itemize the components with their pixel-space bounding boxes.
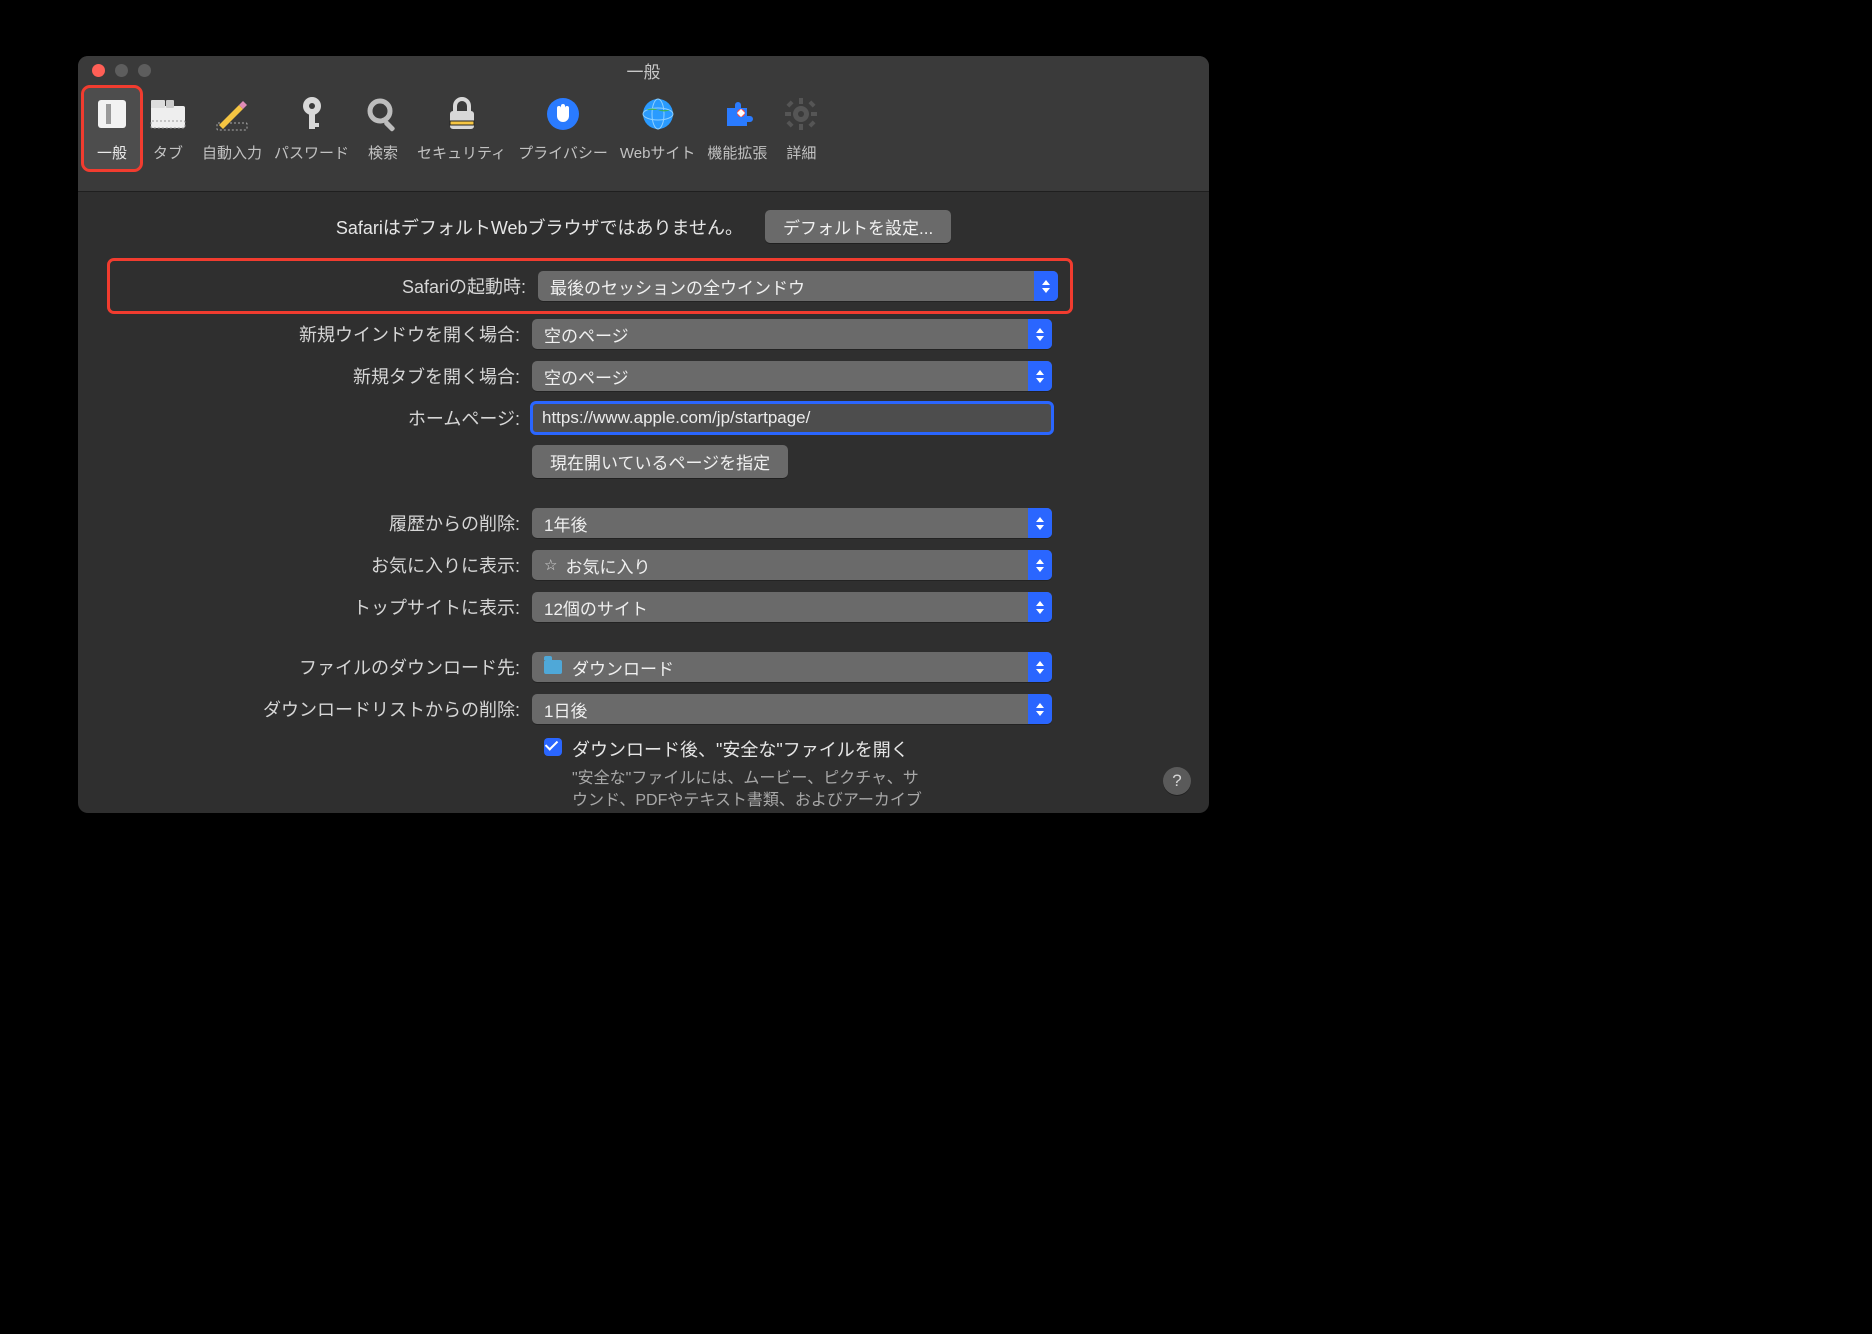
set-default-button[interactable]: デフォルトを設定... (765, 210, 951, 243)
tab-label: 自動入力 (202, 142, 262, 163)
set-current-page-button[interactable]: 現在開いているページを指定 (532, 445, 788, 478)
popup-startup[interactable]: 最後のセッションの全ウインドウ (538, 271, 1058, 301)
chevron-updown-icon (1028, 319, 1052, 349)
switch-icon (90, 92, 134, 136)
chevron-updown-icon (1028, 508, 1052, 538)
preferences-window: 一般 一般 タブ 自動入力 パスワード (78, 56, 1209, 813)
row-topsites: トップサイトに表示: 12個のサイト (116, 592, 1171, 622)
gear-icon (779, 92, 823, 136)
tab-label: 詳細 (786, 142, 816, 163)
banner-text: SafariはデフォルトWebブラウザではありません。 (336, 214, 743, 240)
lock-icon (440, 92, 484, 136)
label-new-window: 新規ウインドウを開く場合: (116, 321, 532, 347)
content: SafariはデフォルトWebブラウザではありません。 デフォルトを設定... … (78, 192, 1209, 813)
tab-general[interactable]: 一般 (84, 88, 140, 169)
chevron-updown-icon (1028, 592, 1052, 622)
popup-value: 12個のサイト (544, 595, 648, 620)
help-button[interactable]: ? (1163, 767, 1191, 795)
tab-label: 検索 (368, 142, 398, 163)
label-download-dest: ファイルのダウンロード先: (116, 654, 532, 680)
pencil-icon (210, 92, 254, 136)
row-download-dest: ファイルのダウンロード先: ダウンロード (116, 652, 1171, 682)
chevron-updown-icon (1034, 271, 1058, 301)
row-safe-files: ダウンロード後、"安全な"ファイルを開く (544, 736, 1171, 762)
window-title: 一般 (78, 58, 1209, 83)
row-set-current: 現在開いているページを指定 (116, 445, 1171, 478)
popup-download-dest[interactable]: ダウンロード (532, 652, 1052, 682)
tab-autofill[interactable]: 自動入力 (196, 88, 268, 169)
tab-passwords[interactable]: パスワード (268, 88, 355, 169)
puzzle-icon (715, 92, 759, 136)
row-startup: Safariの起動時: 最後のセッションの全ウインドウ (110, 261, 1070, 311)
popup-value: お気に入り (565, 553, 650, 578)
star-icon: ☆ (544, 556, 557, 574)
chevron-updown-icon (1028, 652, 1052, 682)
label-topsites: トップサイトに表示: (116, 594, 532, 620)
tab-label: Webサイト (620, 142, 696, 163)
popup-value: 1年後 (544, 511, 587, 536)
titlebar: 一般 (78, 56, 1209, 84)
tabs-icon (146, 92, 190, 136)
folder-icon (544, 660, 562, 674)
popup-history-delete[interactable]: 1年後 (532, 508, 1052, 538)
tab-label: タブ (153, 142, 183, 163)
row-history-delete: 履歴からの削除: 1年後 (116, 508, 1171, 538)
popup-value: ダウンロード (572, 655, 674, 680)
row-download-delete: ダウンロードリストからの削除: 1日後 (116, 694, 1171, 724)
tab-security[interactable]: セキュリティ (411, 88, 512, 169)
tab-privacy[interactable]: プライバシー (512, 88, 614, 169)
popup-favorites[interactable]: ☆ お気に入り (532, 550, 1052, 580)
hand-icon (541, 92, 585, 136)
popup-value: 最後のセッションの全ウインドウ (550, 274, 805, 299)
label-history-delete: 履歴からの削除: (116, 510, 532, 536)
row-new-tab: 新規タブを開く場合: 空のページ (116, 361, 1171, 391)
row-new-window: 新規ウインドウを開く場合: 空のページ (116, 319, 1171, 349)
label-startup: Safariの起動時: (116, 273, 538, 299)
magnify-icon (361, 92, 405, 136)
tab-websites[interactable]: Webサイト (614, 88, 702, 169)
chevron-updown-icon (1028, 361, 1052, 391)
tab-advanced[interactable]: 詳細 (773, 88, 829, 169)
popup-value: 空のページ (544, 364, 629, 389)
key-icon (290, 92, 334, 136)
chevron-updown-icon (1028, 550, 1052, 580)
popup-value: 空のページ (544, 322, 629, 347)
tab-label: パスワード (274, 142, 349, 163)
tab-label: 一般 (97, 142, 127, 163)
globe-icon (636, 92, 680, 136)
label-new-tab: 新規タブを開く場合: (116, 363, 532, 389)
homepage-input[interactable] (532, 403, 1052, 433)
row-favorites: お気に入りに表示: ☆ お気に入り (116, 550, 1171, 580)
popup-value: 1日後 (544, 697, 587, 722)
popup-topsites[interactable]: 12個のサイト (532, 592, 1052, 622)
tab-tabs[interactable]: タブ (140, 88, 196, 169)
chevron-updown-icon (1028, 694, 1052, 724)
popup-new-tab[interactable]: 空のページ (532, 361, 1052, 391)
popup-download-delete[interactable]: 1日後 (532, 694, 1052, 724)
tab-label: セキュリティ (417, 142, 506, 163)
safe-files-hint: "安全な"ファイルには、ムービー、ピクチャ、サウンド、PDFやテキスト書類、およ… (572, 768, 932, 813)
row-homepage: ホームページ: (116, 403, 1171, 433)
tab-extensions[interactable]: 機能拡張 (701, 88, 773, 169)
popup-new-window[interactable]: 空のページ (532, 319, 1052, 349)
toolbar: 一般 タブ 自動入力 パスワード 検索 (78, 84, 1209, 192)
safe-files-label[interactable]: ダウンロード後、"安全な"ファイルを開く (572, 736, 909, 762)
default-browser-banner: SafariはデフォルトWebブラウザではありません。 デフォルトを設定... (116, 210, 1171, 243)
safe-files-checkbox[interactable] (544, 738, 562, 756)
tab-label: 機能拡張 (707, 142, 767, 163)
tab-search[interactable]: 検索 (355, 88, 411, 169)
label-download-delete: ダウンロードリストからの削除: (116, 696, 532, 722)
label-favorites: お気に入りに表示: (116, 552, 532, 578)
tab-label: プライバシー (518, 142, 608, 163)
label-homepage: ホームページ: (116, 405, 532, 431)
